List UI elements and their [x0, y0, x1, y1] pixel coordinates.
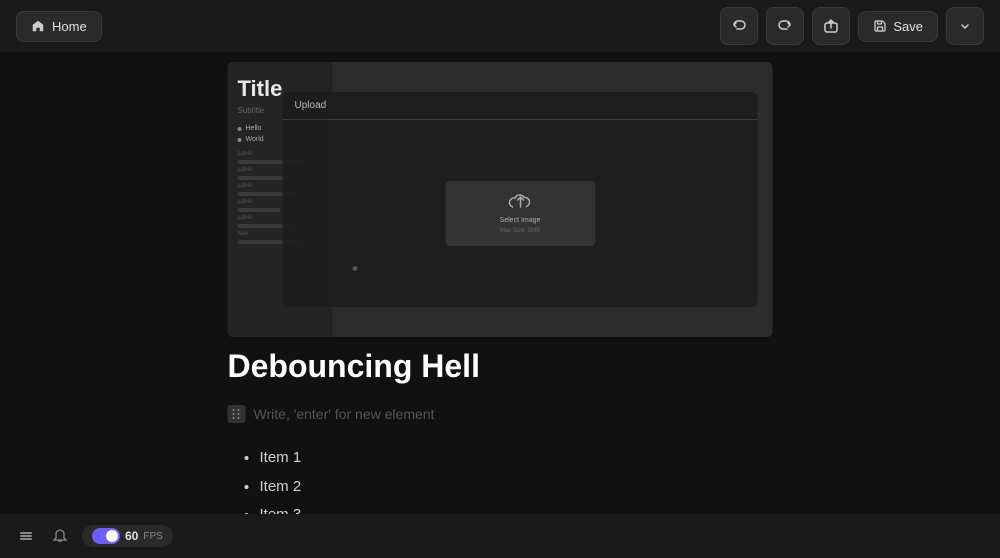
home-label: Home — [52, 19, 87, 34]
redo-icon — [777, 18, 793, 34]
drag-handle[interactable] — [228, 405, 246, 423]
bottom-icon-1[interactable] — [14, 524, 38, 548]
redo-button[interactable] — [766, 7, 804, 45]
notifications-button[interactable] — [48, 524, 72, 548]
save-icon — [873, 19, 887, 33]
bullet-item-2: Item 2 — [260, 476, 773, 499]
save-label: Save — [893, 19, 923, 34]
fps-toggle[interactable] — [92, 528, 120, 544]
bullet-item-1: Item 1 — [260, 447, 773, 470]
preview-inner: Title Subtitle Hello World Label Label L… — [228, 62, 773, 337]
bell-icon — [52, 528, 68, 544]
drag-dots-icon — [233, 409, 241, 419]
main-area: Title Subtitle Hello World Label Label L… — [0, 52, 1000, 558]
editor-input-row: Write, 'enter' for new element — [228, 401, 773, 427]
upload-dropzone[interactable]: Select Image Max Size: 5MB — [445, 181, 595, 246]
editor-placeholder[interactable]: Write, 'enter' for new element — [254, 406, 435, 422]
preview-dot-1 — [238, 127, 242, 131]
page-title: Debouncing Hell — [228, 347, 773, 385]
editor-content: Debouncing Hell Write, 'enter' for new e… — [228, 347, 773, 533]
fps-value: 60 — [125, 529, 138, 543]
upload-dot — [353, 266, 358, 271]
topbar-right-actions: Save — [720, 7, 984, 45]
upload-body: Select Image Max Size: 5MB — [283, 120, 758, 307]
fps-badge: 60 FPS — [82, 525, 173, 547]
upload-header: Upload — [283, 92, 758, 120]
save-button[interactable]: Save — [858, 11, 938, 42]
more-options-button[interactable] — [946, 7, 984, 45]
toggle-knob — [106, 530, 118, 542]
share-button[interactable] — [812, 7, 850, 45]
upload-modal: Upload Select Image Max Size: 5MB — [283, 92, 758, 307]
home-button[interactable]: Home — [16, 11, 102, 42]
canvas-preview: Title Subtitle Hello World Label Label L… — [228, 62, 773, 337]
undo-button[interactable] — [720, 7, 758, 45]
topbar: Home Save — [0, 0, 1000, 52]
layers-icon — [18, 528, 34, 544]
chevron-down-icon — [958, 19, 972, 33]
upload-select-text: Select Image — [500, 217, 541, 224]
preview-dot-2 — [238, 138, 242, 142]
bottombar: 60 FPS — [0, 514, 1000, 558]
upload-max-size: Max Size: 5MB — [500, 228, 540, 234]
upload-cloud-icon — [508, 193, 532, 213]
home-icon — [31, 19, 45, 33]
fps-label: FPS — [143, 531, 162, 542]
share-icon — [823, 18, 839, 34]
undo-icon — [731, 18, 747, 34]
